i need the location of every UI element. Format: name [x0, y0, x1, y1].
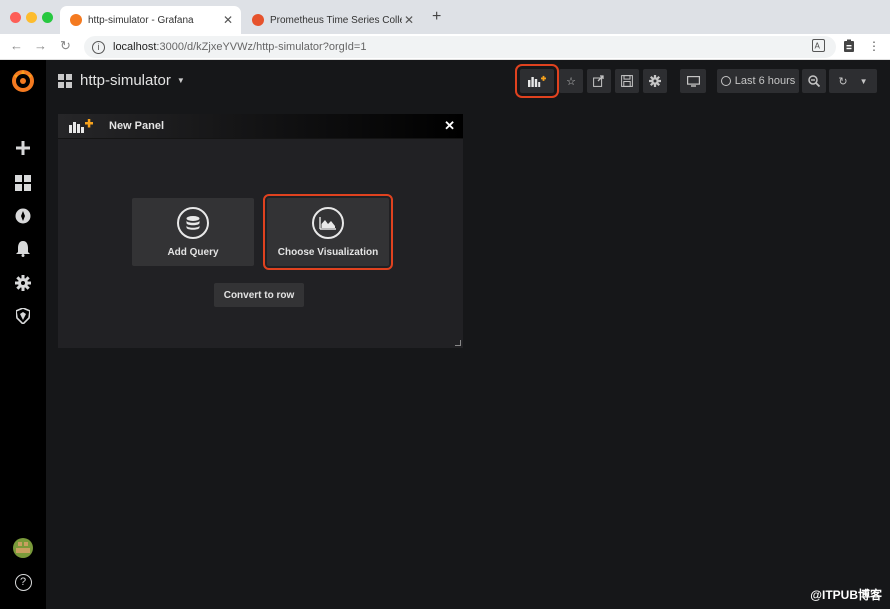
watermark: @ITPUB博客: [810, 588, 882, 602]
window-zoom-button[interactable]: [42, 12, 53, 23]
translate-icon[interactable]: A: [812, 39, 825, 55]
browser-tab-prometheus[interactable]: Prometheus Time Series Collec ✕: [242, 6, 422, 34]
choose-visualization-button[interactable]: Choose Visualization: [263, 194, 393, 270]
sidemenu: ?: [0, 60, 46, 609]
time-picker-button[interactable]: Last 6 hours: [717, 69, 799, 93]
convert-to-row-button[interactable]: Convert to row: [214, 283, 304, 307]
grafana-favicon-icon: [70, 14, 82, 26]
dashboard-grid-icon: [58, 73, 72, 88]
close-panel-icon[interactable]: ✕: [444, 118, 455, 134]
new-panel: New Panel ✕ Add Query Choose Visualizati…: [58, 114, 463, 348]
browser-tab-grafana[interactable]: http-simulator - Grafana ✕: [60, 6, 241, 34]
convert-to-row-label: Convert to row: [223, 289, 295, 301]
prometheus-favicon-icon: [252, 14, 264, 26]
dashboards-icon[interactable]: [13, 173, 33, 193]
gear-icon: [649, 75, 661, 87]
alerting-bell-icon[interactable]: [13, 239, 33, 259]
dashboard-settings-button[interactable]: [643, 69, 667, 93]
grafana-app: ? http-simulator ▼ ☆ Last 6 hours ↻ ▼ Ne…: [0, 60, 890, 609]
configuration-gear-icon[interactable]: [13, 273, 33, 293]
refresh-button[interactable]: ↻ ▼: [829, 69, 877, 93]
panel-title: New Panel: [109, 120, 165, 132]
add-query-button[interactable]: Add Query: [132, 198, 254, 266]
zoom-out-icon: [808, 75, 820, 87]
reload-icon[interactable]: ↻: [60, 38, 71, 54]
explore-compass-icon[interactable]: [13, 206, 33, 226]
server-admin-shield-icon[interactable]: [13, 306, 33, 326]
svg-text:A: A: [815, 42, 821, 51]
back-arrow-icon[interactable]: ←: [10, 38, 23, 53]
choose-visualization-label: Choose Visualization: [277, 246, 379, 258]
add-panel-button[interactable]: [515, 64, 559, 98]
tv-mode-button[interactable]: [680, 69, 706, 93]
address-bar[interactable]: i localhost:3000/d/kZjxeYVWz/http-simula…: [84, 36, 836, 58]
dashboard-title-link[interactable]: http-simulator ▼: [58, 72, 185, 89]
url-path: :3000/d/kZjxeYVWz/http-simulator?orgId=1: [156, 41, 367, 53]
info-icon[interactable]: i: [92, 40, 105, 54]
window-close-button[interactable]: [10, 12, 21, 23]
new-tab-icon[interactable]: +: [432, 8, 441, 26]
refresh-dropdown-caret-icon[interactable]: ▼: [860, 77, 868, 86]
extension-clipboard-icon[interactable]: [843, 39, 855, 56]
panel-header: New Panel ✕: [58, 114, 463, 139]
forward-arrow-icon[interactable]: →: [34, 38, 47, 53]
add-panel-icon: [528, 75, 546, 87]
url-host: localhost: [113, 41, 157, 53]
help-icon-label: ?: [14, 573, 32, 591]
browser-tab-bar: http-simulator - Grafana ✕ Prometheus Ti…: [0, 0, 890, 34]
refresh-icon: ↻: [838, 75, 848, 88]
help-icon[interactable]: ?: [13, 572, 33, 592]
browser-menu-icon[interactable]: ⋮: [868, 39, 880, 53]
zoom-out-button[interactable]: [802, 69, 826, 93]
monitor-icon: [686, 75, 700, 87]
browser-toolbar: ← → ↻ i localhost:3000/d/kZjxeYVWz/http-…: [0, 34, 890, 60]
save-icon: [621, 75, 633, 87]
share-icon: [593, 75, 604, 87]
clock-icon: [720, 76, 731, 86]
add-query-label: Add Query: [167, 246, 219, 258]
caret-down-icon: ▼: [176, 76, 185, 85]
visualization-chart-icon: [312, 206, 344, 239]
tab-close-icon[interactable]: ✕: [221, 13, 235, 27]
user-avatar[interactable]: [13, 538, 33, 558]
time-range-label: Last 6 hours: [734, 75, 796, 87]
share-dashboard-button[interactable]: [587, 69, 611, 93]
star-dashboard-button[interactable]: ☆: [559, 69, 583, 93]
star-icon: ☆: [566, 75, 576, 88]
tab-title: Prometheus Time Series Collec: [270, 14, 402, 26]
grafana-logo-icon[interactable]: [11, 69, 35, 93]
dashboard-navbar: http-simulator ▼ ☆ Last 6 hours ↻ ▼: [46, 60, 890, 102]
tab-close-icon[interactable]: ✕: [402, 13, 416, 27]
panel-resize-handle[interactable]: [455, 340, 461, 346]
add-panel-icon: [69, 119, 95, 133]
tab-title: http-simulator - Grafana: [88, 14, 194, 26]
save-dashboard-button[interactable]: [615, 69, 639, 93]
create-plus-icon[interactable]: [13, 138, 33, 158]
window-minimize-button[interactable]: [26, 12, 37, 23]
dashboard-title: http-simulator: [80, 72, 171, 89]
database-icon: [177, 206, 209, 239]
